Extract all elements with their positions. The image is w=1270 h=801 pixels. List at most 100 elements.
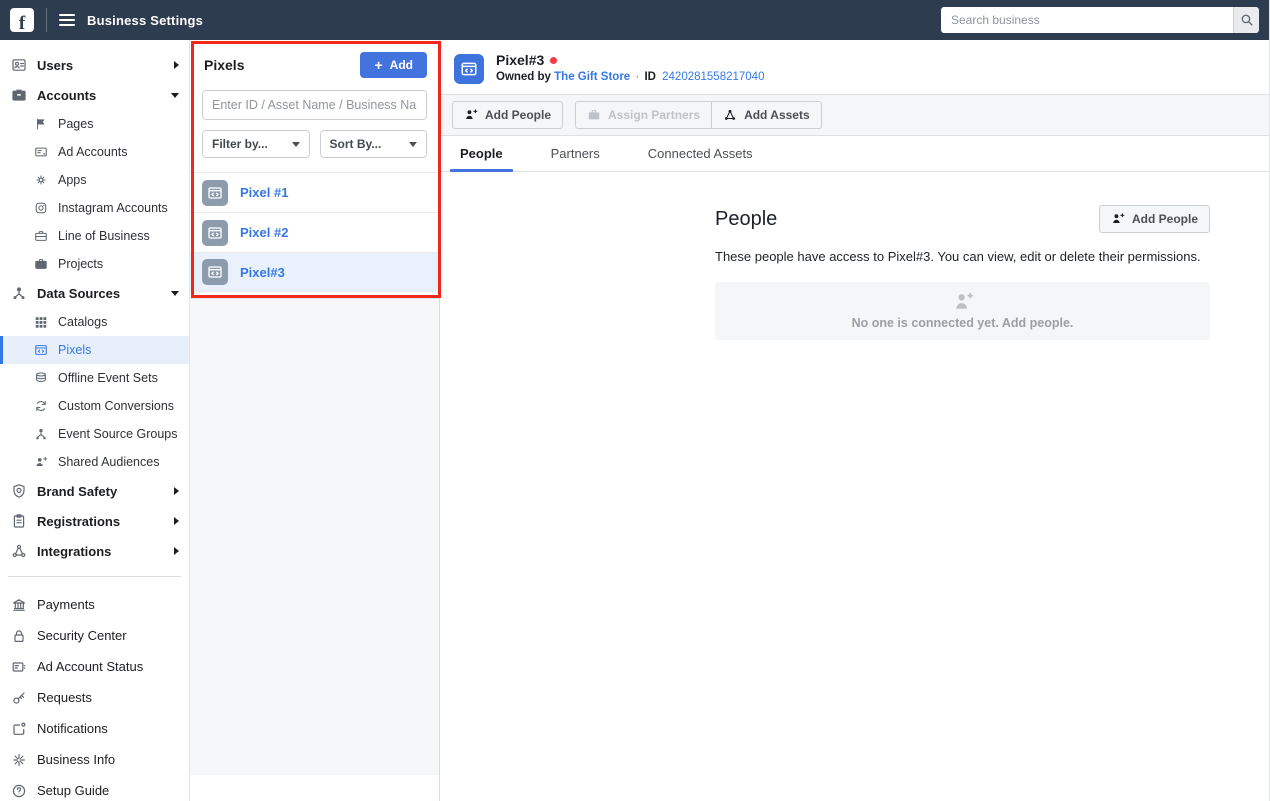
detail-tabs: People Partners Connected Assets	[440, 136, 1269, 172]
accounts-icon	[11, 87, 27, 103]
chevron-right-icon	[174, 517, 179, 525]
add-assets-button[interactable]: Add Assets	[712, 101, 822, 129]
page-title: Business Settings	[87, 12, 204, 28]
sidebar-item-pages[interactable]: Pages	[0, 110, 189, 138]
sidebar-item-ad-accounts[interactable]: Ad Accounts	[0, 138, 189, 166]
sidebar-divider	[8, 576, 181, 577]
chevron-right-icon	[174, 547, 179, 555]
question-icon	[11, 783, 27, 799]
pixels-panel: Pixels + Add Filter by... Sort By...	[190, 40, 439, 299]
sort-by-dropdown[interactable]: Sort By...	[319, 130, 427, 158]
sidebar-item-line-of-business[interactable]: Line of Business	[0, 222, 189, 250]
tab-people[interactable]: People	[450, 146, 513, 172]
people-section: People Add People These people have acce…	[715, 205, 1210, 340]
sidebar-item-event-source-groups[interactable]: Event Source Groups	[0, 420, 189, 448]
chevron-right-icon	[174, 487, 179, 495]
owner-link[interactable]: The Gift Store	[554, 71, 630, 83]
sidebar-item-offline-event-sets[interactable]: Offline Event Sets	[0, 364, 189, 392]
sidebar-item-label: Ad Accounts	[58, 145, 128, 159]
sidebar-item-ad-account-status[interactable]: Ad Account Status	[0, 651, 189, 682]
briefcase-icon	[587, 108, 601, 122]
status-dot-icon	[550, 56, 558, 64]
sidebar-item-label: Registrations	[37, 513, 121, 529]
pixels-panel-title: Pixels	[204, 57, 245, 73]
sidebar-item-apps[interactable]: Apps	[0, 166, 189, 194]
sidebar-item-projects[interactable]: Projects	[0, 250, 189, 278]
column-bottom-fill	[190, 775, 439, 801]
add-pixel-button[interactable]: + Add	[360, 52, 427, 78]
sidebar-item-instagram-accounts[interactable]: Instagram Accounts	[0, 194, 189, 222]
pixel-icon	[34, 343, 48, 357]
people-section-description: These people have access to Pixel#3. You…	[715, 249, 1201, 264]
gear-icon	[11, 752, 27, 768]
pixel-list-item-2[interactable]: Pixel #2	[190, 212, 439, 252]
facebook-logo[interactable]: f	[10, 8, 34, 32]
sidebar-item-label: Ad Account Status	[37, 659, 144, 674]
sidebar-item-brand-safety[interactable]: Brand Safety	[0, 476, 189, 506]
sidebar-item-pixels[interactable]: Pixels	[0, 336, 189, 364]
sidebar-item-custom-conversions[interactable]: Custom Conversions	[0, 392, 189, 420]
sidebar-item-label: Setup Guide	[37, 783, 110, 798]
data-sources-icon	[11, 285, 27, 301]
search-input[interactable]	[941, 7, 1233, 33]
pixel-item-label: Pixel #2	[240, 225, 289, 240]
chevron-right-icon	[174, 61, 179, 69]
sidebar-item-label: Accounts	[37, 87, 97, 103]
sidebar-item-requests[interactable]: Requests	[0, 682, 189, 713]
sidebar-item-shared-audiences[interactable]: Shared Audiences	[0, 448, 189, 476]
asset-id-value: 2420281558217040	[662, 71, 765, 83]
assign-partners-button[interactable]: Assign Partners	[575, 101, 713, 129]
add-people-button[interactable]: Add People	[452, 101, 564, 129]
sidebar-item-users[interactable]: Users	[0, 50, 189, 80]
filter-by-dropdown[interactable]: Filter by...	[202, 130, 310, 158]
sidebar-item-catalogs[interactable]: Catalogs	[0, 308, 189, 336]
tab-content: People Add People These people have acce…	[440, 172, 1269, 340]
sidebar-item-label: Requests	[37, 690, 92, 705]
lock-icon	[11, 628, 27, 644]
detail-area: Pixel#3 Owned by The Gift Store · ID 242…	[440, 40, 1269, 801]
sidebar-item-accounts[interactable]: Accounts	[0, 80, 189, 110]
catalogs-icon	[34, 315, 48, 329]
sidebar-item-business-info[interactable]: Business Info	[0, 744, 189, 775]
pixel-tile-icon	[202, 179, 228, 206]
sidebar-item-payments[interactable]: Payments	[0, 589, 189, 620]
shared-audiences-icon	[34, 455, 48, 469]
sidebar-item-label: Security Center	[37, 628, 127, 643]
offline-event-sets-icon	[34, 371, 48, 385]
pixel-list-item-1[interactable]: Pixel #1	[190, 172, 439, 212]
add-people-section-button[interactable]: Add People	[1098, 205, 1210, 233]
sidebar-item-label: Notifications	[37, 721, 108, 736]
business-search	[941, 7, 1259, 33]
pixels-column-background	[190, 299, 439, 775]
search-button[interactable]	[1233, 7, 1259, 33]
sidebar-item-registrations[interactable]: Registrations	[0, 506, 189, 536]
pixel-list-item-3[interactable]: Pixel#3	[190, 252, 439, 292]
chevron-down-icon	[171, 92, 179, 98]
sidebar-item-notifications[interactable]: Notifications	[0, 713, 189, 744]
sidebar-item-label: Data Sources	[37, 285, 121, 301]
sidebar-item-security-center[interactable]: Security Center	[0, 620, 189, 651]
detail-header: Pixel#3 Owned by The Gift Store · ID 242…	[440, 40, 1269, 94]
hamburger-menu-icon[interactable]	[59, 14, 75, 26]
assets-network-icon	[723, 108, 737, 122]
sidebar-item-data-sources[interactable]: Data Sources	[0, 278, 189, 308]
detail-toolbar: Add People Assign Partners Add Assets	[440, 94, 1269, 136]
plus-icon: +	[374, 57, 383, 73]
asset-search-input[interactable]	[202, 90, 427, 120]
sidebar-item-setup-guide[interactable]: Setup Guide	[0, 775, 189, 801]
chevron-down-icon	[171, 290, 179, 296]
sidebar-item-label: Pixels	[58, 343, 92, 357]
sidebar-item-label: Integrations	[37, 543, 112, 559]
sidebar-item-label: Instagram Accounts	[58, 201, 168, 215]
tab-connected-assets[interactable]: Connected Assets	[638, 146, 763, 171]
pixel-tile-icon	[202, 259, 228, 285]
topbar-divider	[46, 8, 47, 32]
tab-partners[interactable]: Partners	[541, 146, 610, 171]
sidebar-item-integrations[interactable]: Integrations	[0, 536, 189, 566]
owned-by-line: Owned by The Gift Store · ID 24202815582…	[496, 71, 765, 83]
clipboard-icon	[11, 513, 27, 529]
toolbar-button-group: Assign Partners Add Assets	[575, 101, 822, 129]
topbar: f Business Settings	[0, 0, 1269, 40]
sidebar-item-label: Event Source Groups	[58, 427, 178, 441]
empty-state-message: No one is connected yet. Add people.	[851, 316, 1074, 331]
